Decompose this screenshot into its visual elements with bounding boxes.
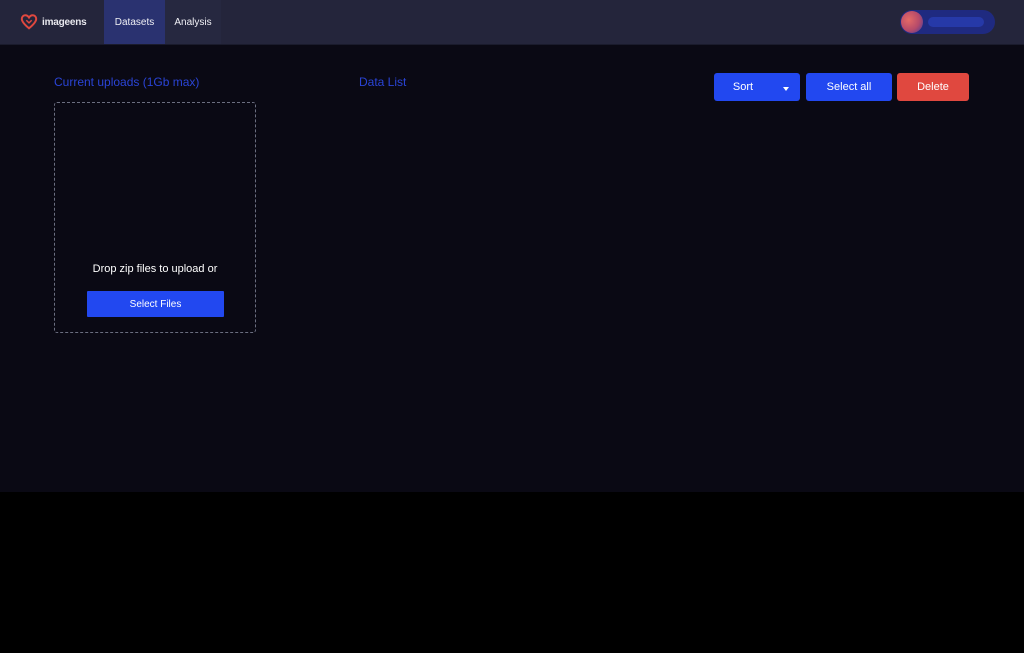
tab-datasets-label: Datasets <box>114 16 155 28</box>
select-all-button[interactable]: Select all <box>806 73 892 101</box>
caret-down-icon <box>783 86 789 91</box>
delete-button[interactable]: Delete <box>897 73 969 101</box>
user-name-placeholder <box>928 17 984 27</box>
tab-analysis[interactable]: Analysis <box>165 0 221 44</box>
sort-dropdown-button[interactable] <box>772 73 800 101</box>
select-files-button[interactable]: Select Files <box>87 291 224 317</box>
avatar-icon <box>901 11 923 33</box>
tab-analysis-label: Analysis <box>174 16 212 28</box>
brand-name: imageens <box>42 16 87 28</box>
app-root: imageens Datasets Analysis Current uploa… <box>0 0 1024 492</box>
user-menu[interactable] <box>900 10 995 34</box>
heart-logo-icon <box>20 14 38 30</box>
uploads-title: Current uploads (1Gb max) <box>54 75 200 89</box>
sort-button[interactable]: Sort <box>714 73 772 101</box>
dropzone-text: Drop zip files to upload or <box>92 263 218 275</box>
navbar: imageens Datasets Analysis <box>0 0 1024 45</box>
brand[interactable]: imageens <box>20 12 87 32</box>
upload-dropzone[interactable]: Drop zip files to upload or Select Files <box>54 102 256 333</box>
tab-datasets[interactable]: Datasets <box>104 0 165 44</box>
data-list-title: Data List <box>359 75 407 89</box>
